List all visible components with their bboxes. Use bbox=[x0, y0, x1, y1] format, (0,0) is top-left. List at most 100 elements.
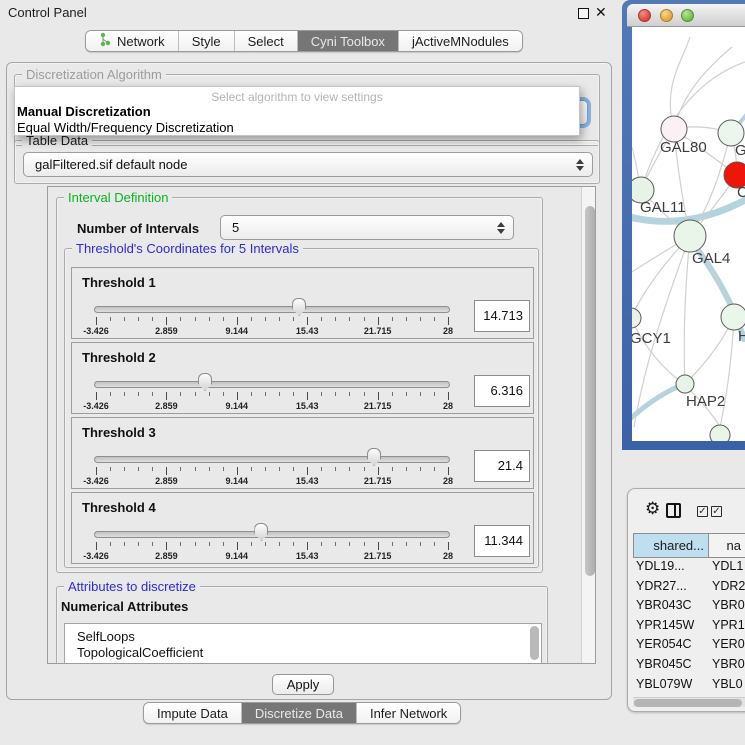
table-cell[interactable]: YDR2 bbox=[712, 579, 745, 593]
node-label: HAP2 bbox=[686, 393, 725, 410]
network-icon bbox=[99, 32, 112, 50]
tick-label: 2.859 bbox=[155, 401, 178, 411]
network-window-titlebar[interactable] bbox=[627, 4, 745, 27]
slider-tick-labels: -3.4262.8599.14415.4321.71528 bbox=[96, 326, 448, 337]
slider-tick-labels: -3.4262.8599.14415.4321.71528 bbox=[96, 476, 448, 487]
threshold-2-slider-track[interactable] bbox=[94, 381, 450, 388]
tick-label: -3.426 bbox=[83, 551, 109, 561]
zoom-traffic-light-icon[interactable] bbox=[681, 9, 694, 22]
tab-cyni-toolbox[interactable]: Cyni Toolbox bbox=[298, 31, 399, 51]
tab-style[interactable]: Style bbox=[179, 31, 235, 51]
attribute-item[interactable]: SelfLoops bbox=[77, 629, 135, 644]
close-traffic-light-icon[interactable] bbox=[638, 9, 651, 22]
gear-icon[interactable]: ⚙ bbox=[645, 499, 660, 519]
threshold-4-value-field[interactable]: 11.344 bbox=[474, 525, 530, 557]
popup-option-equal-width-frequency[interactable]: Equal Width/Frequency Discretization bbox=[17, 120, 234, 135]
attributes-group: Attributes to discretize Numerical Attri… bbox=[56, 586, 548, 664]
checkbox-checked-icon[interactable]: ✓ bbox=[711, 506, 722, 517]
minimize-traffic-light-icon[interactable] bbox=[660, 9, 673, 22]
tab-jactivemnodules[interactable]: jActiveMNodules bbox=[399, 31, 522, 51]
horizontal-scrollbar[interactable] bbox=[633, 697, 745, 707]
table-cell[interactable]: YER054C bbox=[636, 637, 709, 651]
table-row[interactable]: YBR045CYBR0 bbox=[633, 657, 745, 676]
tab-discretize-data[interactable]: Discretize Data bbox=[242, 703, 357, 723]
column-header-shared-name[interactable]: shared... bbox=[634, 534, 709, 557]
tab-impute-data[interactable]: Impute Data bbox=[144, 703, 242, 723]
table-row[interactable]: YDL19...YDL1 bbox=[633, 559, 745, 578]
network-node-hap2[interactable] bbox=[676, 375, 694, 393]
network-node-h[interactable] bbox=[721, 304, 745, 330]
threshold-1-slider-thumb[interactable] bbox=[292, 298, 306, 316]
attribute-item[interactable]: TopologicalCoefficient bbox=[77, 645, 203, 660]
threshold-4-slider-track[interactable] bbox=[94, 531, 450, 538]
threshold-1-value-field[interactable]: 14.713 bbox=[474, 300, 530, 332]
horizontal-scrollbar-thumb[interactable] bbox=[634, 699, 742, 707]
panel-title: Control Panel bbox=[8, 5, 87, 20]
table-data-combo[interactable]: galFiltered.sif default node bbox=[23, 152, 593, 177]
threshold-4-slider-thumb[interactable] bbox=[254, 523, 268, 541]
network-node-gal4[interactable] bbox=[674, 220, 706, 252]
tick-label: 9.144 bbox=[226, 476, 249, 486]
table-cell[interactable]: YDR27... bbox=[636, 579, 709, 593]
table-row[interactable]: YBL079WYBL0 bbox=[633, 677, 745, 696]
stepper-icon bbox=[574, 159, 585, 171]
network-canvas[interactable]: GAL80GACGAL11GAL4GCY1HHAP2 bbox=[632, 27, 745, 441]
threshold-4-panel: Threshold 4 -3.4262.8599.14415.4321.7152… bbox=[71, 492, 534, 564]
threshold-3-value-field[interactable]: 21.4 bbox=[474, 450, 530, 482]
group-title: Attributes to discretize bbox=[64, 579, 200, 594]
threshold-2-slider-thumb[interactable] bbox=[198, 373, 212, 391]
table-cell[interactable]: YPR1 bbox=[712, 618, 745, 632]
vertical-scrollbar-thumb[interactable] bbox=[585, 206, 595, 576]
network-node-gcy1[interactable] bbox=[632, 308, 641, 328]
table-row[interactable]: YPR145WYPR1 bbox=[633, 618, 745, 637]
threshold-label: Threshold 2 bbox=[82, 350, 156, 365]
table-row[interactable]: YBR043CYBR0 bbox=[633, 598, 745, 617]
tick-label: 28 bbox=[443, 401, 453, 411]
table-cell[interactable]: YDL1 bbox=[712, 559, 743, 573]
threshold-3-slider-thumb[interactable] bbox=[367, 448, 381, 466]
group-title: Discretization Algorithm bbox=[22, 67, 166, 82]
checkbox-checked-icon[interactable]: ✓ bbox=[697, 506, 708, 517]
column-layout-icon[interactable] bbox=[666, 503, 681, 518]
column-header-name[interactable]: na bbox=[709, 534, 745, 557]
table-row[interactable]: YER054CYER0 bbox=[633, 637, 745, 656]
control-panel-titlebar: Control Panel ✕ bbox=[0, 0, 620, 26]
apply-button[interactable]: Apply bbox=[272, 674, 334, 695]
network-node[interactable] bbox=[710, 425, 730, 441]
attributes-scrollbar-thumb[interactable] bbox=[530, 626, 539, 660]
table-cell[interactable]: YBL079W bbox=[636, 677, 709, 691]
threshold-1-slider-track[interactable] bbox=[94, 306, 450, 313]
table-cell[interactable]: YPR145W bbox=[636, 618, 709, 632]
table-row[interactable]: YDR27...YDR2 bbox=[633, 579, 745, 598]
popup-option-manual-discretization[interactable]: Manual Discretization bbox=[17, 104, 151, 119]
table-cell[interactable]: YDL19... bbox=[636, 559, 709, 573]
threshold-label: Threshold 4 bbox=[82, 500, 156, 515]
table-cell[interactable]: YBR0 bbox=[712, 657, 745, 671]
close-icon[interactable]: ✕ bbox=[595, 4, 607, 21]
node-label: GAL4 bbox=[692, 250, 730, 267]
tab-network[interactable]: Network bbox=[86, 31, 179, 51]
table-cell[interactable]: YBL0 bbox=[712, 677, 743, 691]
tab-select[interactable]: Select bbox=[235, 31, 298, 51]
table-cell[interactable]: YBR043C bbox=[636, 598, 709, 612]
number-of-intervals-combo[interactable]: 5 bbox=[220, 215, 514, 240]
float-window-icon[interactable] bbox=[578, 8, 589, 19]
node-label: GCY1 bbox=[632, 330, 671, 347]
number-of-intervals-label: Number of Intervals bbox=[77, 221, 199, 236]
algorithm-dropdown-popup: Select algorithm to view settings Manual… bbox=[14, 86, 580, 136]
table-cell[interactable]: YBR0 bbox=[712, 598, 745, 612]
table-header-row: shared... na bbox=[633, 533, 745, 558]
threshold-3-slider-track[interactable] bbox=[94, 456, 450, 463]
table-cell[interactable]: YBR045C bbox=[636, 657, 709, 671]
popup-hint: Select algorithm to view settings bbox=[15, 90, 579, 104]
tick-label: 2.859 bbox=[155, 551, 178, 561]
table-cell[interactable]: YER0 bbox=[712, 637, 745, 651]
vertical-scrollbar[interactable] bbox=[581, 187, 596, 664]
tick-label: 28 bbox=[443, 476, 453, 486]
attribute-item[interactable]: BetweennessCentrality bbox=[77, 661, 210, 664]
tick-label: 15.43 bbox=[296, 401, 319, 411]
tab-infer-network[interactable]: Infer Network bbox=[357, 703, 460, 723]
interval-definition-group: Interval Definition Number of Intervals … bbox=[56, 197, 543, 573]
threshold-2-value-field[interactable]: 6.316 bbox=[474, 375, 530, 407]
group-title: Interval Definition bbox=[64, 190, 172, 205]
